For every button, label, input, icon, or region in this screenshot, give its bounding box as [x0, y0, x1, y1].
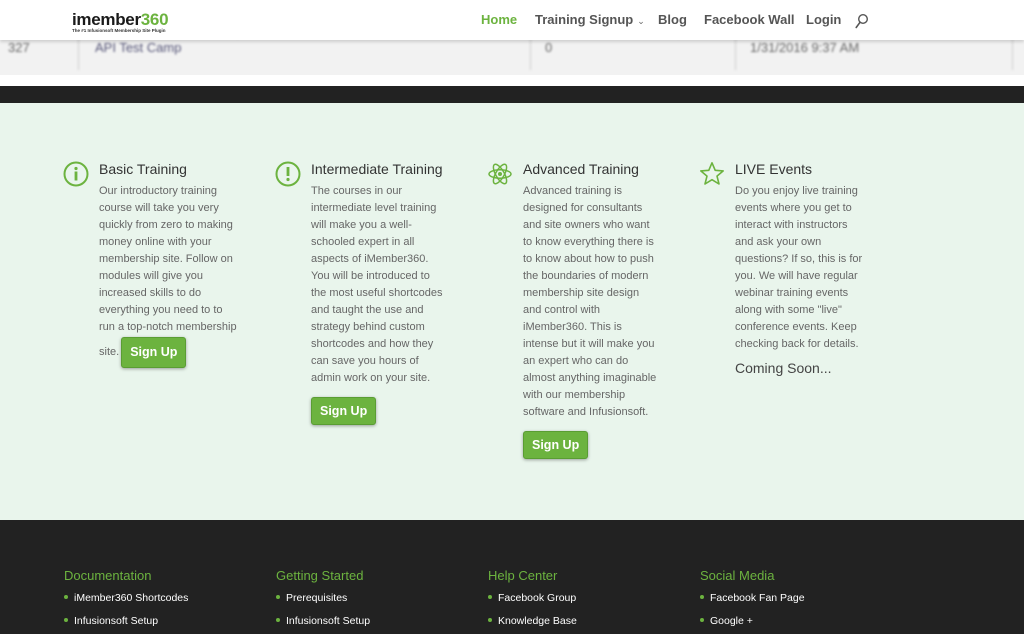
nav-training-signup-label: Training Signup: [535, 12, 634, 27]
basic-training-text: Our introductory training course will ta…: [99, 185, 237, 358]
nav-training-signup[interactable]: Training Signup ⌄: [535, 12, 645, 27]
footer-link-prerequisites[interactable]: Prerequisites: [276, 592, 347, 604]
basic-training-signup-button[interactable]: Sign Up: [121, 337, 187, 368]
footer-link-google-plus[interactable]: Google +: [700, 615, 753, 627]
basic-training-title: Basic Training: [99, 161, 187, 177]
nav-facebook-wall[interactable]: Facebook Wall: [704, 12, 795, 27]
row-id: 327: [8, 40, 30, 55]
site-logo[interactable]: imember360 The #1 Infusionsoft Membershi…: [72, 11, 172, 34]
logo-tagline: The #1 Infusionsoft Membership Site Plug…: [72, 28, 166, 33]
row-count: 0: [545, 40, 553, 55]
logo-accent-text: 360: [140, 10, 169, 29]
basic-training-body: Our introductory training course will ta…: [99, 183, 239, 368]
star-icon: [699, 161, 725, 185]
site-header: imember360 The #1 Infusionsoft Membershi…: [0, 0, 1024, 40]
nav-login[interactable]: Login: [806, 12, 841, 27]
footer-social-media-title: Social Media: [700, 568, 775, 583]
training-features-section: Basic Training Our introductory training…: [0, 103, 1024, 520]
footer-link-knowledge-base[interactable]: Knowledge Base: [488, 615, 577, 627]
intermediate-training-title: Intermediate Training: [311, 161, 443, 177]
search-icon[interactable]: [855, 13, 869, 29]
row-date: 1/31/2016 9:37 AM: [750, 40, 860, 55]
live-events-title: LIVE Events: [735, 161, 813, 177]
coming-soon-text: Coming Soon...: [735, 360, 832, 376]
footer-help-center-title: Help Center: [488, 568, 558, 583]
footer-getting-started-title: Getting Started: [276, 568, 364, 583]
footer-link-facebook-fan-page[interactable]: Facebook Fan Page: [700, 592, 805, 604]
exclamation-circle-icon: [275, 161, 301, 187]
intermediate-training-signup-button[interactable]: Sign Up: [311, 397, 377, 425]
info-circle-icon: [63, 161, 89, 187]
live-events-body: Do you enjoy live training events where …: [735, 185, 863, 350]
footer-link-infusionsoft-setup[interactable]: Infusionsoft Setup: [64, 615, 158, 627]
nav-blog[interactable]: Blog: [658, 12, 687, 27]
dark-divider: [0, 86, 1024, 103]
background-table-strip: 327 API Test Camp 0 1/31/2016 9:37 AM: [0, 40, 1024, 75]
advanced-training-signup-button[interactable]: Sign Up: [523, 431, 589, 459]
footer-link-imember360-shortcodes[interactable]: iMember360 Shortcodes: [64, 592, 188, 604]
footer-link-infusionsoft-setup-2[interactable]: Infusionsoft Setup: [276, 615, 370, 627]
footer-documentation-title: Documentation: [64, 568, 152, 583]
chevron-down-icon: ⌄: [637, 16, 645, 26]
advanced-training-body: Advanced training is designed for consul…: [523, 185, 657, 418]
advanced-training-title: Advanced Training: [523, 161, 639, 177]
intermediate-training-body: The courses in our intermediate level tr…: [311, 185, 443, 384]
footer-link-facebook-group[interactable]: Facebook Group: [488, 592, 576, 604]
row-name: API Test Camp: [95, 40, 182, 55]
site-footer: Documentation iMember360 Shortcodes Infu…: [0, 520, 1024, 634]
atom-icon: [488, 163, 512, 185]
logo-text: imember: [72, 10, 141, 29]
nav-home[interactable]: Home: [481, 12, 517, 27]
